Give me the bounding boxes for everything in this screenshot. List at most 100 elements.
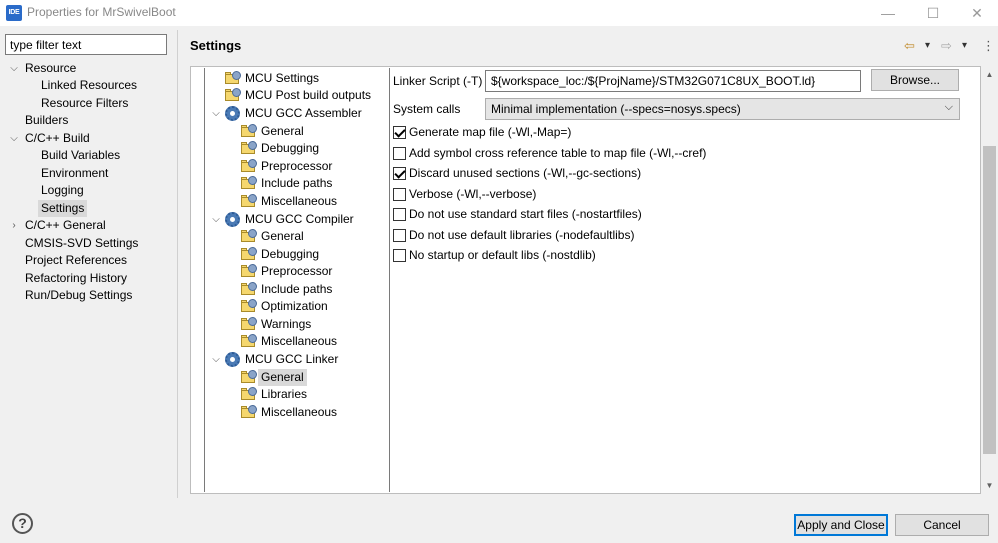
checkbox[interactable] (393, 146, 406, 160)
settings-folder-icon (241, 247, 257, 261)
checkbox[interactable] (393, 207, 406, 221)
gear-icon (225, 352, 240, 367)
view-menu-icon[interactable]: ⋮ (982, 38, 995, 54)
nav-item-build-variables[interactable]: Build Variables (41, 147, 120, 164)
close-button[interactable]: ✕ (955, 0, 998, 26)
checkbox[interactable] (393, 248, 406, 262)
forward-arrow-icon[interactable]: ⇨ (941, 38, 952, 54)
tree-item-mcu-settings[interactable]: MCU Settings (245, 70, 319, 87)
settings-folder-icon (241, 176, 257, 190)
minimize-button[interactable]: — (866, 0, 910, 26)
option-label: Discard unused sections (-Wl,--gc-sectio… (409, 166, 642, 180)
settings-folder-icon (241, 370, 257, 384)
nav-item-project-references[interactable]: Project References (25, 252, 127, 269)
collapse-chevron-icon[interactable]: › (9, 217, 19, 234)
tree-item-compiler-miscellaneous[interactable]: Miscellaneous (261, 333, 337, 350)
tree-item-compiler-general[interactable]: General (261, 228, 304, 245)
maximize-button[interactable]: ☐ (911, 0, 955, 26)
tree-item-assembler-include-paths[interactable]: Include paths (261, 175, 332, 192)
filter-input[interactable] (5, 34, 167, 55)
tree-item-linker-miscellaneous[interactable]: Miscellaneous (261, 404, 337, 421)
settings-folder-icon (241, 405, 257, 419)
settings-folder-icon (241, 334, 257, 348)
nav-item-resource-filters[interactable]: Resource Filters (41, 95, 128, 112)
tree-item-mcu-gcc-linker[interactable]: MCU GCC Linker (245, 351, 338, 368)
option-nodefaultlibs[interactable]: Do not use default libraries (-nodefault… (393, 227, 634, 243)
nav-item-settings[interactable]: Settings (38, 200, 88, 217)
nav-item-builders[interactable]: Builders (25, 112, 68, 129)
gear-icon (225, 212, 240, 227)
nav-item-cmsis-svd[interactable]: CMSIS-SVD Settings (25, 235, 138, 252)
vertical-scrollbar[interactable]: ▲ ▼ (981, 66, 998, 494)
settings-folder-icon (241, 159, 257, 173)
tree-item-compiler-include-paths[interactable]: Include paths (261, 281, 332, 298)
cancel-button[interactable]: Cancel (895, 514, 989, 536)
nav-item-cpp-build[interactable]: C/C++ Build (25, 130, 90, 147)
system-calls-label: System calls (393, 102, 461, 116)
tree-item-mcu-gcc-compiler[interactable]: MCU GCC Compiler (245, 211, 354, 228)
settings-folder-icon (225, 88, 241, 102)
forward-menu-chevron-icon[interactable]: ▾ (962, 40, 967, 56)
gear-icon (225, 106, 240, 121)
settings-folder-icon (225, 71, 241, 85)
scrollbar-thumb[interactable] (983, 146, 996, 454)
option-label: Verbose (-Wl,--verbose) (409, 187, 537, 201)
settings-folder-icon (241, 141, 257, 155)
expand-chevron-icon[interactable]: ⌵ (9, 60, 19, 77)
tree-item-assembler-general[interactable]: General (261, 123, 304, 140)
expand-chevron-icon[interactable]: ⌵ (211, 105, 221, 122)
checkbox[interactable] (393, 166, 406, 180)
expand-chevron-icon[interactable]: ⌵ (211, 211, 221, 228)
settings-folder-icon (241, 387, 257, 401)
nav-item-cpp-general[interactable]: C/C++ General (25, 217, 106, 234)
tree-item-linker-general[interactable]: General (258, 369, 307, 386)
option-discard-unused-sections[interactable]: Discard unused sections (-Wl,--gc-sectio… (393, 165, 641, 181)
tree-item-assembler-preprocessor[interactable]: Preprocessor (261, 158, 332, 175)
tree-item-compiler-optimization[interactable]: Optimization (261, 298, 328, 315)
option-generate-map-file[interactable]: Generate map file (-Wl,-Map=) (393, 124, 571, 140)
linker-script-input[interactable]: ${workspace_loc:/${ProjName}/STM32G071C8… (485, 70, 861, 92)
expand-chevron-icon[interactable]: ⌵ (211, 351, 221, 368)
option-label: Do not use standard start files (-nostar… (409, 207, 642, 221)
chevron-down-icon: ⌵ (944, 101, 953, 113)
browse-button[interactable]: Browse... (871, 69, 959, 91)
scroll-down-arrow-icon[interactable]: ▼ (981, 477, 998, 494)
title-bar: IDE Properties for MrSwivelBoot — ☐ ✕ (0, 0, 998, 26)
tree-item-assembler-debugging[interactable]: Debugging (261, 140, 319, 157)
pane-splitter[interactable] (177, 30, 178, 498)
option-nostartfiles[interactable]: Do not use standard start files (-nostar… (393, 206, 642, 222)
back-arrow-icon[interactable]: ⇦ (904, 38, 915, 54)
scroll-up-arrow-icon[interactable]: ▲ (981, 66, 998, 83)
option-verbose[interactable]: Verbose (-Wl,--verbose) (393, 186, 536, 202)
page-title: Settings (190, 38, 242, 53)
help-icon[interactable]: ? (12, 513, 33, 534)
ide-app-icon: IDE (6, 5, 22, 21)
nav-item-run-debug-settings[interactable]: Run/Debug Settings (25, 287, 132, 304)
checkbox[interactable] (393, 125, 406, 139)
tree-item-compiler-preprocessor[interactable]: Preprocessor (261, 263, 332, 280)
tree-item-compiler-debugging[interactable]: Debugging (261, 246, 319, 263)
system-calls-select[interactable]: Minimal implementation (--specs=nosys.sp… (485, 98, 960, 120)
checkbox[interactable] (393, 228, 406, 242)
option-label: No startup or default libs (-nostdlib) (409, 248, 596, 262)
nav-item-refactoring-history[interactable]: Refactoring History (25, 270, 127, 287)
nav-item-resource[interactable]: Resource (25, 60, 76, 77)
expand-chevron-icon[interactable]: ⌵ (9, 130, 19, 147)
tree-item-compiler-warnings[interactable]: Warnings (261, 316, 311, 333)
tree-item-assembler-miscellaneous[interactable]: Miscellaneous (261, 193, 337, 210)
option-nostdlib[interactable]: No startup or default libs (-nostdlib) (393, 247, 596, 263)
settings-folder-icon (241, 194, 257, 208)
tree-item-mcu-post-build-outputs[interactable]: MCU Post build outputs (245, 87, 371, 104)
tree-item-linker-libraries[interactable]: Libraries (261, 386, 307, 403)
nav-item-environment[interactable]: Environment (41, 165, 108, 182)
option-label: Do not use default libraries (-nodefault… (409, 228, 635, 242)
checkbox[interactable] (393, 187, 406, 201)
nav-item-linked-resources[interactable]: Linked Resources (41, 77, 137, 94)
apply-and-close-button[interactable]: Apply and Close (794, 514, 888, 536)
tree-item-mcu-gcc-assembler[interactable]: MCU GCC Assembler (245, 105, 362, 122)
system-calls-value: Minimal implementation (--specs=nosys.sp… (491, 102, 741, 116)
nav-item-logging[interactable]: Logging (41, 182, 84, 199)
option-cross-reference-table[interactable]: Add symbol cross reference table to map … (393, 145, 706, 161)
tool-settings-tree: MCU Settings MCU Post build outputs ⌵ MC… (204, 68, 390, 492)
back-menu-chevron-icon[interactable]: ▾ (925, 40, 930, 56)
